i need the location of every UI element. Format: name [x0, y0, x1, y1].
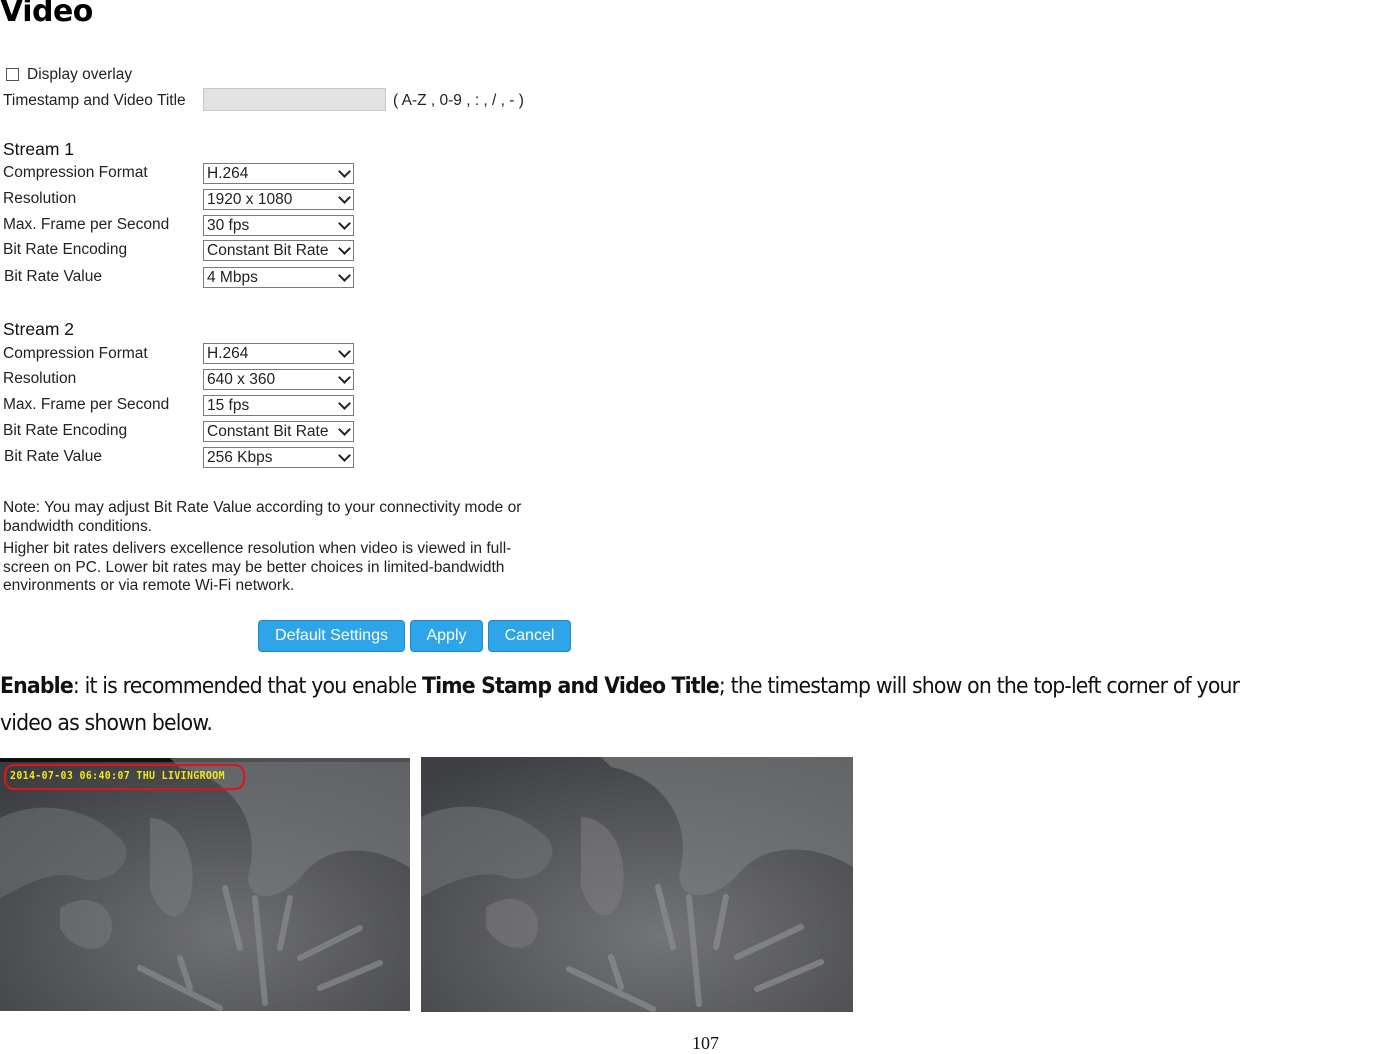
chevron-down-icon	[338, 191, 351, 204]
paragraph-text: : it is recommended that you enable	[72, 674, 423, 699]
camera-scene	[0, 758, 410, 1011]
page-heading: Video	[0, 0, 93, 29]
enable-paragraph-line-2: video as shown below.	[0, 711, 213, 736]
select-value: Constant Bit Rate	[207, 423, 329, 440]
select-value: Constant Bit Rate	[207, 242, 329, 259]
stream-1-compression-label: Compression Format	[3, 164, 148, 181]
chevron-down-icon	[338, 397, 351, 410]
note-line: screen on PC. Lower bit rates may be bet…	[3, 558, 505, 576]
stream-2-compression-select[interactable]: H.264	[203, 343, 354, 364]
timestamp-title-label: Timestamp and Video Title	[3, 92, 186, 109]
note-bitrate: Note: You may adjust Bit Rate Value acco…	[3, 499, 563, 536]
stream-1-title: Stream 1	[3, 139, 74, 159]
paragraph-text: ; the timestamp will show on the top-lef…	[718, 674, 1240, 699]
term-enable: Enable	[0, 674, 74, 699]
stream-1-resolution-select[interactable]: 1920 x 1080	[203, 189, 354, 210]
note-line: Note: You may adjust Bit Rate Value acco…	[3, 499, 522, 516]
stream-2-fps-label: Max. Frame per Second	[3, 396, 170, 413]
display-overlay-label: Display overlay	[27, 66, 133, 83]
chevron-down-icon	[338, 371, 351, 384]
select-value: 4 Mbps	[207, 269, 258, 286]
note-line: bandwidth conditions.	[3, 517, 153, 535]
chevron-down-icon	[338, 165, 351, 178]
chevron-down-icon	[338, 269, 351, 282]
timestamp-overlay-text: 2014-07-03 06:40:07 THU LIVINGROOM	[10, 769, 225, 782]
select-value: 30 fps	[207, 217, 250, 234]
select-value: H.264	[207, 165, 249, 182]
enable-paragraph-line-1: Enable: it is recommended that you enabl…	[0, 674, 1240, 699]
stream-2-bitrate-label: Bit Rate Value	[4, 448, 102, 465]
stream-1-encoding-select[interactable]: Constant Bit Rate	[203, 240, 354, 261]
chevron-down-icon	[338, 449, 351, 462]
stream-2-compression-label: Compression Format	[3, 345, 148, 362]
select-value: 640 x 360	[207, 371, 276, 388]
note-line: environments or via remote Wi-Fi network…	[3, 577, 295, 594]
stream-1-fps-select[interactable]: 30 fps	[203, 215, 354, 236]
stream-1-resolution-label: Resolution	[3, 190, 77, 207]
apply-button[interactable]: Apply	[410, 620, 483, 652]
stream-1-encoding-label: Bit Rate Encoding	[3, 241, 128, 258]
stream-2-encoding-label: Bit Rate Encoding	[3, 422, 128, 439]
video-without-timestamp-image	[421, 757, 853, 1012]
camera-scene	[421, 757, 853, 1012]
stream-1-bitrate-label: Bit Rate Value	[4, 268, 102, 285]
chevron-down-icon	[338, 242, 351, 255]
cancel-button[interactable]: Cancel	[488, 620, 571, 652]
note-higher-bitrate: Higher bit rates delivers excellence res…	[3, 540, 563, 596]
stream-1-fps-label: Max. Frame per Second	[3, 216, 170, 233]
select-value: H.264	[207, 345, 249, 362]
chevron-down-icon	[338, 345, 351, 358]
stream-2-encoding-select[interactable]: Constant Bit Rate	[203, 421, 354, 442]
default-settings-button[interactable]: Default Settings	[258, 620, 405, 652]
note-line: Higher bit rates delivers excellence res…	[3, 540, 512, 557]
timestamp-title-hint: ( A-Z , 0-9 , : , / , - )	[393, 92, 524, 109]
chevron-down-icon	[338, 217, 351, 230]
stream-1-bitrate-select[interactable]: 4 Mbps	[203, 267, 354, 288]
stream-1-compression-select[interactable]: H.264	[203, 163, 354, 184]
stream-2-fps-select[interactable]: 15 fps	[203, 395, 354, 416]
display-overlay-checkbox[interactable]	[6, 68, 19, 81]
stream-2-bitrate-select[interactable]: 256 Kbps	[203, 447, 354, 468]
page-number: 107	[692, 1033, 719, 1053]
select-value: 15 fps	[207, 397, 250, 414]
stream-2-resolution-label: Resolution	[3, 370, 77, 387]
term-time-stamp: Time Stamp and Video Title	[422, 674, 720, 699]
stream-2-title: Stream 2	[3, 319, 74, 339]
select-value: 256 Kbps	[207, 449, 273, 466]
video-with-timestamp-image: 2014-07-03 06:40:07 THU LIVINGROOM	[0, 758, 410, 1011]
select-value: 1920 x 1080	[207, 191, 293, 208]
chevron-down-icon	[338, 423, 351, 436]
timestamp-title-input[interactable]	[203, 88, 386, 111]
stream-2-resolution-select[interactable]: 640 x 360	[203, 369, 354, 390]
